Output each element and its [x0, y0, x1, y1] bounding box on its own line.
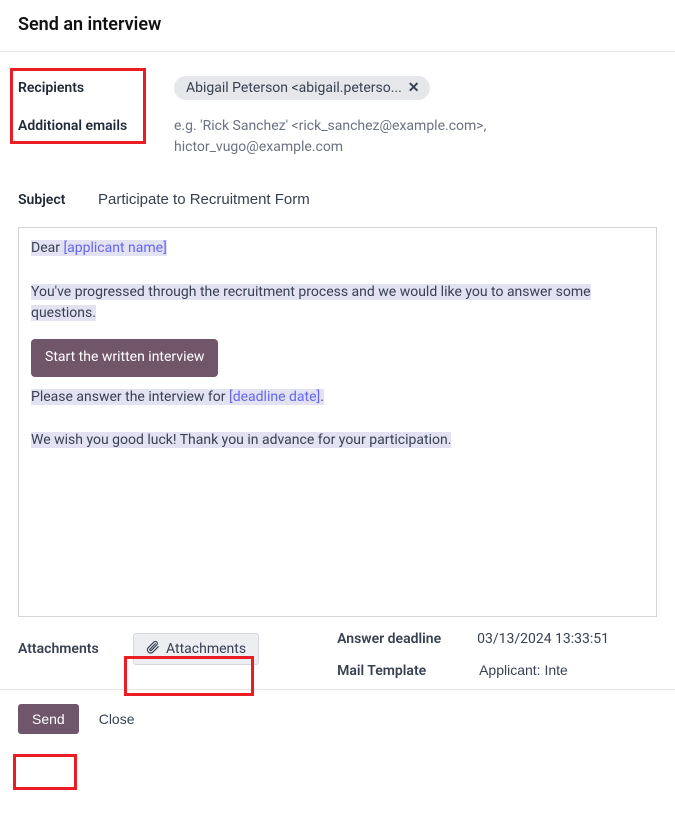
remove-recipient-icon[interactable]: ✕	[408, 80, 420, 96]
body-greeting-token: [applicant name]	[63, 240, 166, 256]
body-paragraph-2-prefix: Please answer the interview for	[31, 389, 229, 405]
recipients-field[interactable]: Abigail Peterson <abigail.peterso... ✕	[138, 70, 657, 102]
mail-template-input[interactable]	[477, 661, 587, 679]
bottom-fields: Attachments Attachments Answer deadline …	[18, 631, 657, 679]
subject-label: Subject	[18, 186, 96, 208]
answer-deadline-label: Answer deadline	[337, 631, 477, 647]
modal-body: Recipients Abigail Peterson <abigail.pet…	[0, 52, 675, 689]
answer-deadline-value[interactable]: 03/13/2024 13:33:51	[477, 631, 657, 647]
paperclip-icon	[146, 640, 160, 658]
subject-input[interactable]	[96, 190, 657, 209]
recipients-row: Recipients Abigail Peterson <abigail.pet…	[18, 70, 657, 102]
recipient-tag-text: Abigail Peterson <abigail.peterso...	[186, 80, 402, 96]
body-paragraph-2-suffix: .	[320, 389, 324, 405]
recipient-tag[interactable]: Abigail Peterson <abigail.peterso... ✕	[174, 76, 430, 100]
send-interview-modal: Send an interview Recipients Abigail Pet…	[0, 0, 675, 764]
attachments-button-label: Attachments	[166, 641, 246, 657]
body-paragraph-2-token: [deadline date]	[229, 389, 320, 405]
additional-emails-input[interactable]: e.g. 'Rick Sanchez' <rick_sanchez@exampl…	[174, 116, 657, 158]
start-written-interview-button[interactable]: Start the written interview	[31, 339, 218, 377]
additional-emails-label: Additional emails	[18, 112, 138, 134]
body-paragraph-3: We wish you good luck! Thank you in adva…	[31, 432, 451, 448]
attachments-label: Attachments	[18, 631, 133, 657]
send-button[interactable]: Send	[18, 704, 79, 734]
recipients-label: Recipients	[18, 70, 138, 96]
additional-emails-row: Additional emails e.g. 'Rick Sanchez' <r…	[18, 112, 657, 158]
attachments-button[interactable]: Attachments	[133, 633, 259, 665]
close-button[interactable]: Close	[91, 704, 143, 734]
modal-footer: Send Close	[0, 689, 675, 764]
subject-row: Subject	[18, 186, 657, 209]
body-greeting-prefix: Dear	[31, 240, 63, 256]
mail-template-label: Mail Template	[337, 663, 477, 679]
body-paragraph-1: You've progressed through the recruitmen…	[31, 284, 591, 322]
modal-title: Send an interview	[0, 0, 675, 52]
email-body-editor[interactable]: Dear [applicant name] You've progressed …	[18, 227, 657, 617]
